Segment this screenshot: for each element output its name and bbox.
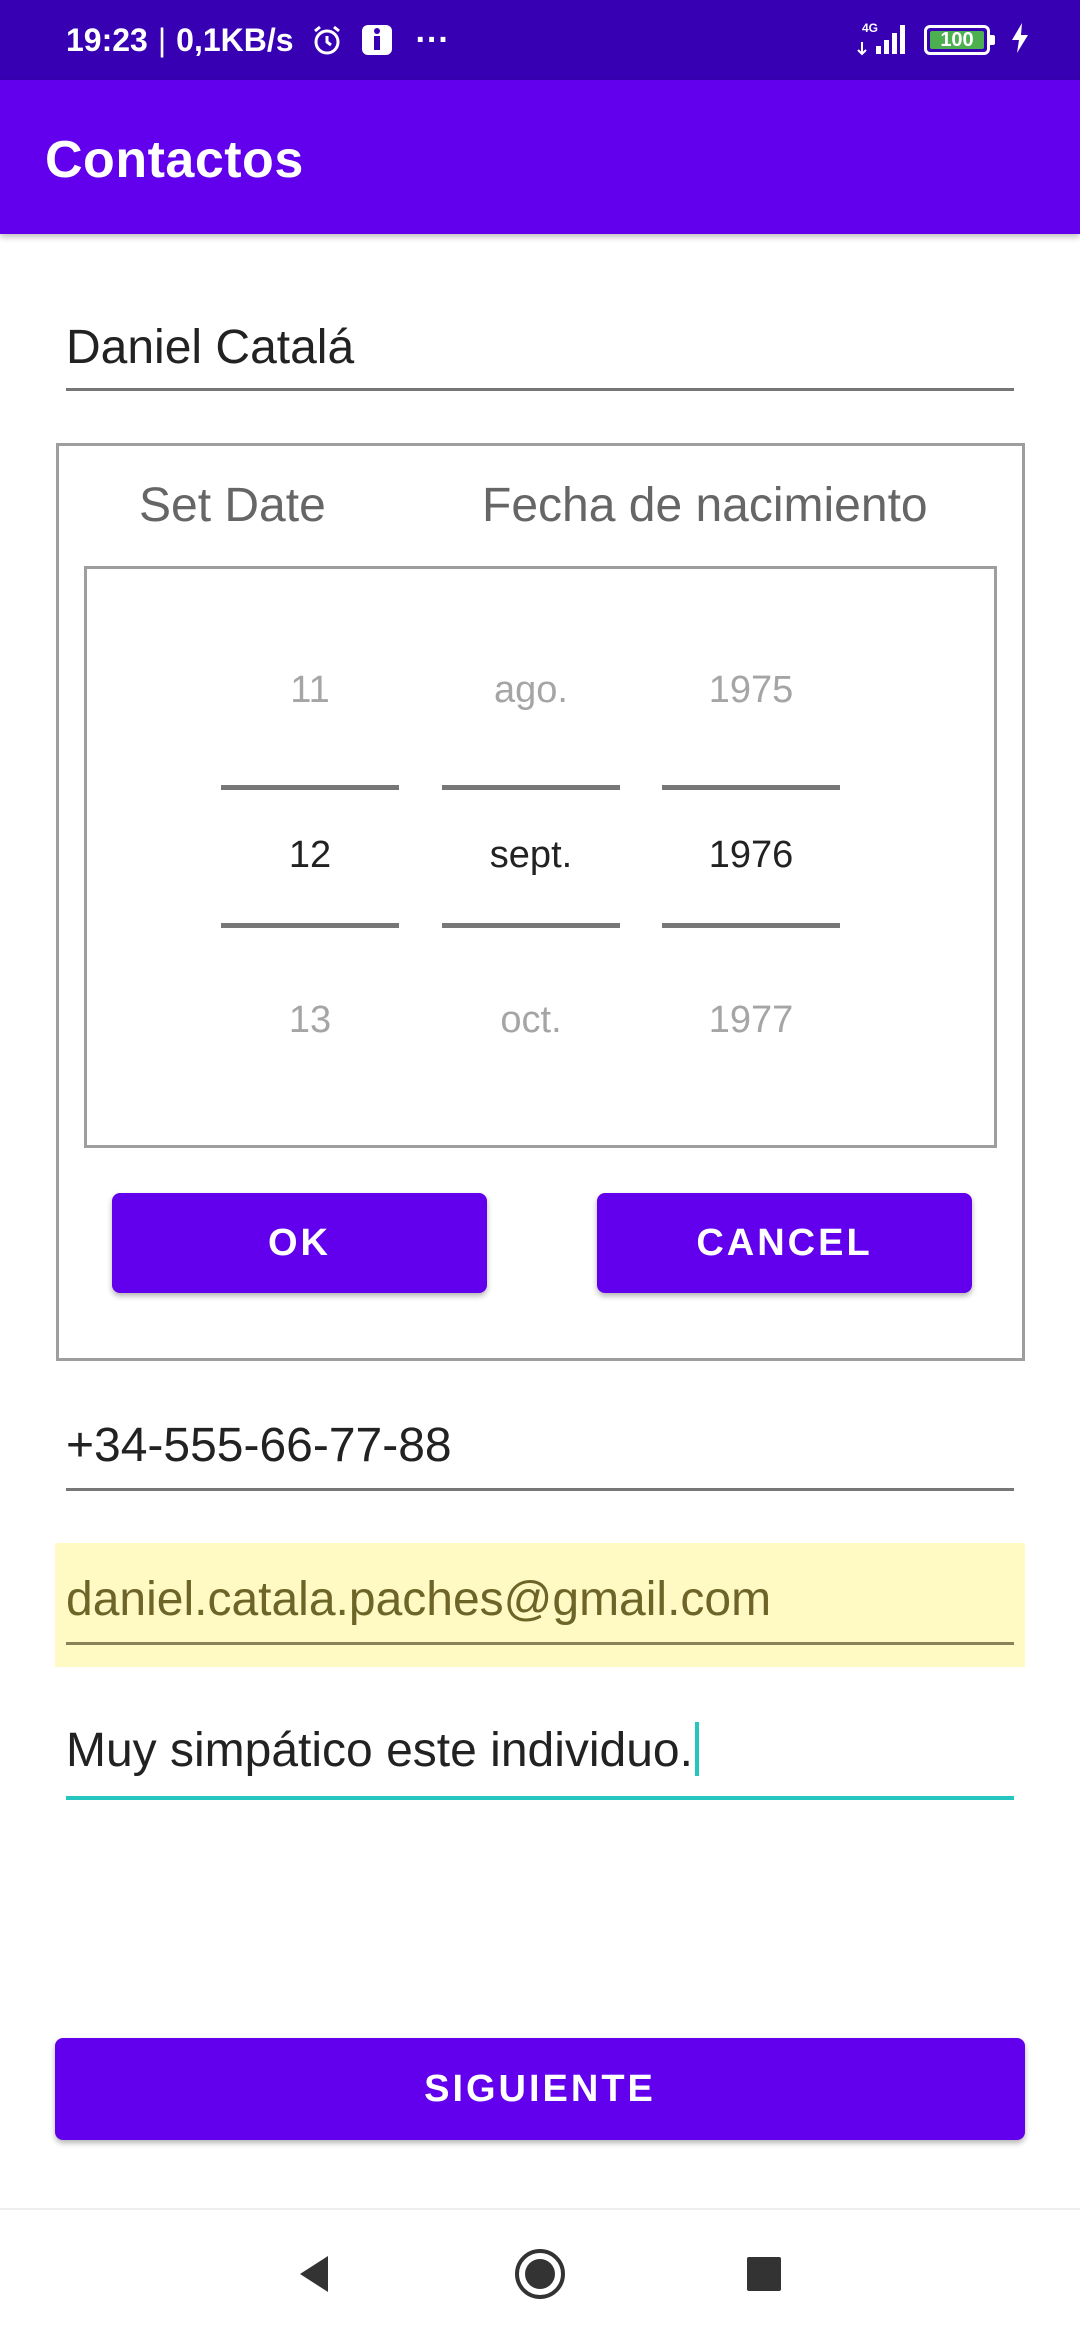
day-spinner[interactable]: 11 12 13: [221, 569, 399, 1145]
home-icon: [513, 2247, 567, 2306]
year-next[interactable]: 1977: [662, 999, 840, 1042]
month-divider-top: [442, 785, 620, 790]
status-bar: 19:23 | 0,1KB/s ··· 4G 100: [0, 0, 1080, 80]
charging-icon: [1010, 22, 1030, 58]
alarm-icon: [310, 23, 344, 57]
signal-icon: 4G: [856, 20, 912, 61]
recents-button[interactable]: [722, 2234, 806, 2318]
day-next[interactable]: 13: [221, 999, 399, 1042]
year-spinner[interactable]: 1975 1976 1977: [662, 569, 840, 1145]
back-icon: [294, 2252, 334, 2301]
back-button[interactable]: [272, 2234, 356, 2318]
name-underline: [66, 388, 1014, 391]
text-cursor: [694, 1722, 699, 1776]
status-separator: |: [157, 21, 167, 58]
month-divider-bottom: [442, 923, 620, 928]
next-button[interactable]: SIGUIENTE: [55, 2038, 1025, 2140]
phone-underline: [66, 1488, 1014, 1491]
month-selected[interactable]: sept.: [442, 834, 620, 877]
name-field[interactable]: Daniel Catalá: [66, 320, 1014, 392]
notes-value-wrap: Muy simpático este individuo.: [66, 1722, 1014, 1778]
home-button[interactable]: [498, 2234, 582, 2318]
email-value: daniel.catala.paches@gmail.com: [66, 1573, 772, 1626]
set-date-label: Set Date: [139, 479, 326, 532]
date-spinner: 11 12 13 ago. sept. oct. 1975 1976 1977: [84, 566, 997, 1148]
battery-level: 100: [940, 28, 974, 51]
status-left: 19:23 | 0,1KB/s ···: [66, 0, 450, 80]
app-bar: Contactos: [0, 80, 1080, 234]
year-prev[interactable]: 1975: [662, 669, 840, 712]
day-prev[interactable]: 11: [221, 669, 399, 712]
month-next[interactable]: oct.: [442, 999, 620, 1042]
day-divider-top: [221, 785, 399, 790]
birth-date-caption: Fecha de nacimiento: [482, 479, 928, 532]
month-spinner[interactable]: ago. sept. oct.: [442, 569, 620, 1145]
network-type: 4G: [862, 21, 878, 35]
notes-underline: [66, 1796, 1014, 1800]
notes-value: Muy simpático este individuo.: [66, 1724, 693, 1777]
name-value: Daniel Catalá: [66, 321, 355, 374]
year-divider-bottom: [662, 923, 840, 928]
ok-button[interactable]: OK: [112, 1193, 487, 1293]
day-divider-bottom: [221, 923, 399, 928]
notes-field[interactable]: Muy simpático este individuo.: [66, 1722, 1014, 1802]
recents-icon: [744, 2254, 784, 2299]
year-divider-top: [662, 785, 840, 790]
status-right: 4G 100: [856, 0, 1030, 80]
battery-icon: 100: [924, 25, 995, 55]
status-time: 19:23: [66, 21, 148, 58]
phone-field[interactable]: +34-555-66-77-88: [66, 1418, 1014, 1494]
day-selected[interactable]: 12: [221, 834, 399, 877]
email-underline: [66, 1642, 1014, 1645]
month-prev[interactable]: ago.: [442, 669, 620, 712]
app-title: Contactos: [45, 131, 304, 189]
cancel-button[interactable]: CANCEL: [597, 1193, 972, 1293]
phone-value: +34-555-66-77-88: [66, 1419, 452, 1472]
notification-app-icon: [360, 23, 394, 57]
year-selected[interactable]: 1976: [662, 834, 840, 877]
date-picker-panel: Set Date Fecha de nacimiento 11 12 13 ag…: [56, 443, 1025, 1361]
status-speed: 0,1KB/s: [176, 21, 294, 58]
email-field[interactable]: daniel.catala.paches@gmail.com: [66, 1572, 1014, 1648]
more-icon: ···: [415, 20, 450, 59]
navigation-bar: [0, 2208, 1080, 2340]
